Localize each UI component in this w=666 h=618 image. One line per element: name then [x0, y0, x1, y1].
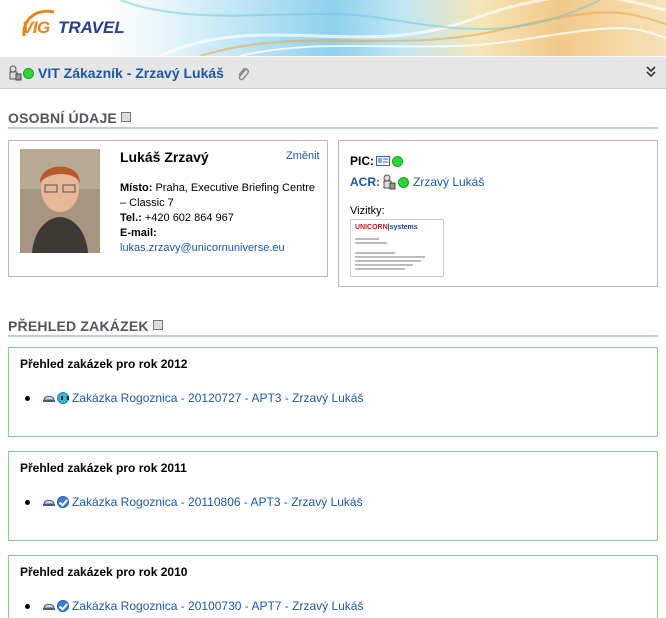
header-banner: VIG TRAVEL — [0, 0, 666, 56]
assignment-box: PIC: ACR: Zrzavý Lukáš Vizitky: UNICORN|… — [338, 140, 658, 287]
orders-year-title: Přehled zakázek pro rok 2012 — [20, 357, 188, 371]
page-title: VIT Zákazník - Zrzavý Lukáš — [38, 65, 224, 81]
page-title-bar: VIT Zákazník - Zrzavý Lukáš — [0, 57, 666, 89]
id-card-icon[interactable] — [376, 155, 390, 167]
list-item: Zakázka Rogoznica - 20120727 - APT3 - Zr… — [25, 391, 363, 405]
place-label: Místo: — [120, 182, 153, 194]
place-row: Místo: Praha, Executive Briefing Centre … — [120, 181, 322, 211]
user-role-icon[interactable] — [8, 65, 22, 81]
completed-status-icon — [57, 600, 69, 612]
bullet — [25, 603, 30, 609]
orders-year-box: Přehled zakázek pro rok 2011 Zakázka Rog… — [8, 451, 658, 541]
section-title-personal: OSOBNÍ ÚDAJE — [8, 110, 131, 126]
person-role-icon — [383, 174, 396, 190]
section-divider — [8, 335, 658, 337]
orders-year-title: Přehled zakázek pro rok 2011 — [20, 461, 187, 475]
card-brand-suffix: systems — [389, 224, 418, 231]
logo-travel-text: TRAVEL — [58, 18, 125, 37]
pic-status-icon — [392, 155, 403, 167]
list-item: Zakázka Rogoznica - 20110806 - APT3 - Zr… — [25, 495, 363, 509]
card-line — [355, 260, 421, 262]
phone-label: Tel.: — [120, 212, 142, 224]
acr-person-link[interactable]: Zrzavý Lukáš — [413, 175, 484, 189]
edit-link[interactable]: Změnit — [286, 150, 320, 162]
phone-value: +420 602 864 967 — [144, 212, 234, 224]
email-label: E-mail: — [120, 227, 157, 239]
section-divider — [8, 127, 658, 129]
card-line — [355, 268, 405, 270]
section-title-orders: PŘEHLED ZAKÁZEK — [8, 318, 163, 334]
acr-status-icon — [398, 176, 409, 188]
orders-year-title: Přehled zakázek pro rok 2010 — [20, 565, 188, 579]
logo-vig-text: VIG — [22, 18, 50, 37]
pic-label: PIC: — [350, 154, 374, 168]
order-type-icon — [43, 395, 55, 402]
title-icons — [8, 65, 34, 81]
card-line — [355, 256, 425, 258]
order-icons — [42, 496, 69, 508]
business-cards-label: Vizitky: — [350, 205, 385, 217]
card-line — [355, 264, 413, 266]
email-link[interactable]: lukas.zrzavy@unicornuniverse.eu — [120, 242, 285, 254]
acr-label[interactable]: ACR: — [350, 175, 380, 189]
vig-travel-logo[interactable]: VIG TRAVEL — [18, 6, 128, 50]
business-card-thumbnail[interactable]: UNICORN|systems — [350, 219, 444, 277]
order-type-icon — [43, 603, 55, 610]
pic-row: PIC: — [350, 154, 403, 168]
list-item: Zakázka Rogoznica - 20100730 - APT7 - Zr… — [25, 599, 363, 613]
card-line — [355, 238, 379, 240]
card-line — [355, 252, 395, 254]
phone-row: Tel.: +420 602 864 967 — [120, 211, 322, 226]
attachment-icon[interactable] — [236, 66, 250, 82]
orders-year-box: Přehled zakázek pro rok 2010 Zakázka Rog… — [8, 555, 658, 618]
orders-year-box: Přehled zakázek pro rok 2012 Zakázka Rog… — [8, 347, 658, 437]
order-type-icon — [43, 499, 55, 506]
card-line — [355, 242, 387, 244]
section-title-text: PŘEHLED ZAKÁZEK — [8, 318, 149, 334]
in-progress-status-icon — [57, 392, 69, 404]
external-link-icon[interactable] — [152, 320, 163, 330]
order-icons — [42, 600, 69, 612]
section-title-text: OSOBNÍ ÚDAJE — [8, 110, 117, 126]
order-link[interactable]: Zakázka Rogoznica - 20100730 - APT7 - Zr… — [72, 599, 363, 613]
profile-photo — [20, 149, 100, 253]
person-name: Lukáš Zrzavý — [120, 149, 209, 165]
completed-status-icon — [57, 496, 69, 508]
online-status-icon — [23, 67, 34, 79]
contact-details: Místo: Praha, Executive Briefing Centre … — [120, 181, 322, 256]
order-link[interactable]: Zakázka Rogoznica - 20110806 - APT3 - Zr… — [72, 495, 363, 509]
collapse-chevron-icon[interactable] — [646, 66, 656, 78]
card-brand-name: UNICORN — [355, 224, 388, 231]
personal-info-box: Lukáš Zrzavý Změnit Místo: Praha, Execut… — [8, 140, 328, 277]
external-link-icon[interactable] — [120, 112, 131, 122]
acr-row: ACR: Zrzavý Lukáš — [350, 174, 484, 190]
email-row: E-mail: — [120, 226, 322, 241]
order-link[interactable]: Zakázka Rogoznica - 20120727 - APT3 - Zr… — [72, 391, 363, 405]
bullet — [25, 499, 30, 505]
card-brand: UNICORN|systems — [355, 224, 418, 231]
order-icons — [42, 392, 69, 404]
bullet — [25, 395, 30, 401]
